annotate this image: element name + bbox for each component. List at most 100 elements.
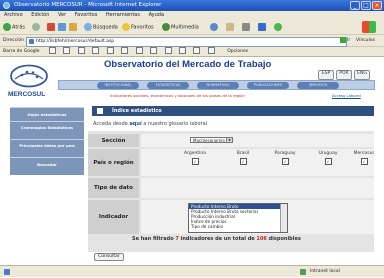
close-button[interactable]: ×	[372, 1, 382, 10]
forward-button[interactable]	[32, 23, 41, 32]
menu-archivo[interactable]: Archivo	[4, 12, 23, 18]
lang-eng-button[interactable]: ENG	[354, 70, 370, 80]
address-bar: Dirección http://lisbfeh/mercosur/defaul…	[0, 35, 384, 47]
country-mercosur: Mercosur ✓	[353, 151, 375, 165]
list-item[interactable]: Tipo de cambio	[189, 224, 287, 229]
menu-ayuda[interactable]: Ayuda	[149, 12, 164, 18]
toolbar-button[interactable]	[207, 47, 215, 54]
internet-explorer-icon	[3, 2, 10, 9]
back-button[interactable]: Atrás	[3, 23, 25, 32]
tipo-cell	[141, 178, 374, 198]
filter-summary: Se han filtrado 7 indicadores de un tota…	[132, 236, 301, 242]
search-icon	[84, 23, 92, 31]
multimedia-button[interactable]: Multimedia	[162, 23, 199, 32]
seccion-label: Sección	[88, 134, 139, 147]
country-argentina: Argentina ✓	[184, 151, 206, 165]
print-button[interactable]	[242, 23, 251, 32]
brasil-checkbox[interactable]: ✓	[239, 158, 247, 165]
seccion-select[interactable]: Macroeconomía ▼	[190, 137, 233, 143]
page-status-icon	[4, 269, 10, 275]
toolbar-search-box[interactable]	[49, 47, 57, 54]
maximize-button[interactable]: □	[361, 1, 371, 10]
toolbar-button[interactable]	[63, 47, 71, 54]
logo-text: MERCOSUL	[8, 91, 46, 98]
intro-text: Acceda desde aquí a nuestro glosario lab…	[93, 121, 208, 127]
forward-arrow-icon	[32, 23, 40, 31]
toolbar-button[interactable]	[150, 47, 158, 54]
toolbar-button[interactable]	[135, 47, 143, 54]
home-button[interactable]	[69, 23, 78, 32]
toolbar-options[interactable]: Opciones	[227, 49, 248, 54]
nav-publicaciones[interactable]: PUBLICACIONES	[247, 82, 289, 89]
toolbar-button[interactable]	[121, 47, 129, 54]
toolbar-button[interactable]	[193, 47, 201, 54]
glossary-link[interactable]: aquí	[129, 121, 141, 127]
indicador-label: Indicador	[88, 200, 139, 234]
browser-toolbar: Atrás Búsqueda Favoritos Multimedia	[0, 20, 384, 35]
mail-icon	[226, 23, 234, 31]
google-toolbar: Barra de Google Opciones	[0, 47, 384, 57]
site-nav: INSTITUCIONAL ESTADÍSTICAS NORMATIVAS PU…	[58, 80, 375, 90]
sidebar: Hojas estadísticas Cronologías Estadísti…	[10, 107, 84, 177]
mercosur-checkbox[interactable]: ✓	[360, 158, 368, 165]
paraguay-checkbox[interactable]: ✓	[281, 158, 289, 165]
toolbar-button[interactable]	[164, 47, 172, 54]
toolbar-button[interactable]	[106, 47, 114, 54]
history-button[interactable]	[210, 23, 219, 32]
messenger-button[interactable]	[274, 23, 283, 32]
address-url: http://lisbfeh/mercosur/default.asp	[36, 39, 115, 44]
chevron-down-icon: ▼	[226, 138, 232, 142]
lang-esp-button[interactable]: ESP	[318, 70, 334, 80]
nav-normativas[interactable]: NORMATIVAS	[197, 82, 239, 89]
window-titlebar: Observatorio MERCOSUR - Microsoft Intern…	[0, 0, 384, 11]
search-button[interactable]: Búsqueda	[84, 23, 118, 32]
menu-bar: Archivo Edición Ver Favoritos Herramient…	[0, 11, 384, 20]
home-icon	[69, 23, 77, 31]
uruguay-checkbox[interactable]: ✓	[324, 158, 332, 165]
toolbar-button[interactable]	[77, 47, 85, 54]
toolbar-button[interactable]	[178, 47, 186, 54]
links-label[interactable]: Vínculos	[356, 35, 375, 47]
listbox-scrollbar[interactable]	[280, 204, 287, 232]
multimedia-icon	[162, 23, 170, 31]
refresh-icon	[58, 23, 66, 31]
minimize-button[interactable]: _	[350, 1, 360, 10]
address-label: Dirección	[3, 38, 25, 43]
nav-institucional[interactable]: INSTITUCIONAL	[97, 82, 139, 89]
go-button[interactable]: Ir	[340, 35, 350, 47]
tipo-label: Tipo de dato	[88, 178, 139, 198]
stop-button[interactable]	[47, 23, 56, 32]
favorites-button[interactable]: Favoritos	[122, 23, 154, 32]
nav-estadisticas[interactable]: ESTADÍSTICAS	[147, 82, 189, 89]
indicador-listbox[interactable]: Producto Interno Bruto Producto Interno …	[188, 203, 288, 233]
menu-favoritos[interactable]: Favoritos	[75, 12, 98, 18]
consultar-button[interactable]: Consultar	[94, 253, 124, 261]
toolbar-button[interactable]	[92, 47, 100, 54]
lang-por-button[interactable]: POR	[336, 70, 352, 80]
history-icon	[210, 23, 218, 31]
stop-icon	[47, 23, 55, 31]
sidebar-item-buscador[interactable]: Buscador	[10, 157, 84, 175]
site-title: Observatorio del Mercado de Trabajo	[104, 59, 272, 70]
address-input[interactable]: http://lisbfeh/mercosur/default.asp	[26, 37, 347, 47]
google-toolbar-label: Barra de Google	[3, 49, 40, 54]
mercosur-logo	[10, 64, 48, 88]
nav-servicios[interactable]: SERVICIOS	[297, 82, 339, 89]
argentina-checkbox[interactable]: ✓	[191, 158, 199, 165]
menu-herramientas[interactable]: Herramientas	[106, 12, 140, 18]
filter-form: Sección Macroeconomía ▼ País o región Ar…	[88, 131, 374, 252]
menu-ver[interactable]: Ver	[58, 12, 66, 18]
mail-button[interactable]	[226, 23, 235, 32]
seccion-cell: Macroeconomía ▼	[141, 134, 374, 147]
menu-edicion[interactable]: Edición	[31, 12, 49, 18]
page-icon	[29, 39, 34, 44]
status-bar: Intranet local	[0, 265, 384, 277]
refresh-button[interactable]	[58, 23, 67, 32]
indicador-cell: Producto Interno Bruto Producto Interno …	[141, 200, 374, 234]
section-bullet-icon	[97, 108, 103, 114]
window-title: Observatorio MERCOSUR - Microsoft Intern…	[14, 2, 162, 8]
edit-button[interactable]	[258, 23, 267, 32]
section-title: Índice estadístico	[112, 108, 162, 114]
site-tagline: Indicadores sociales, económicos y labor…	[110, 93, 245, 98]
acceso-laboral-link[interactable]: Acceso Laboral	[332, 93, 361, 98]
